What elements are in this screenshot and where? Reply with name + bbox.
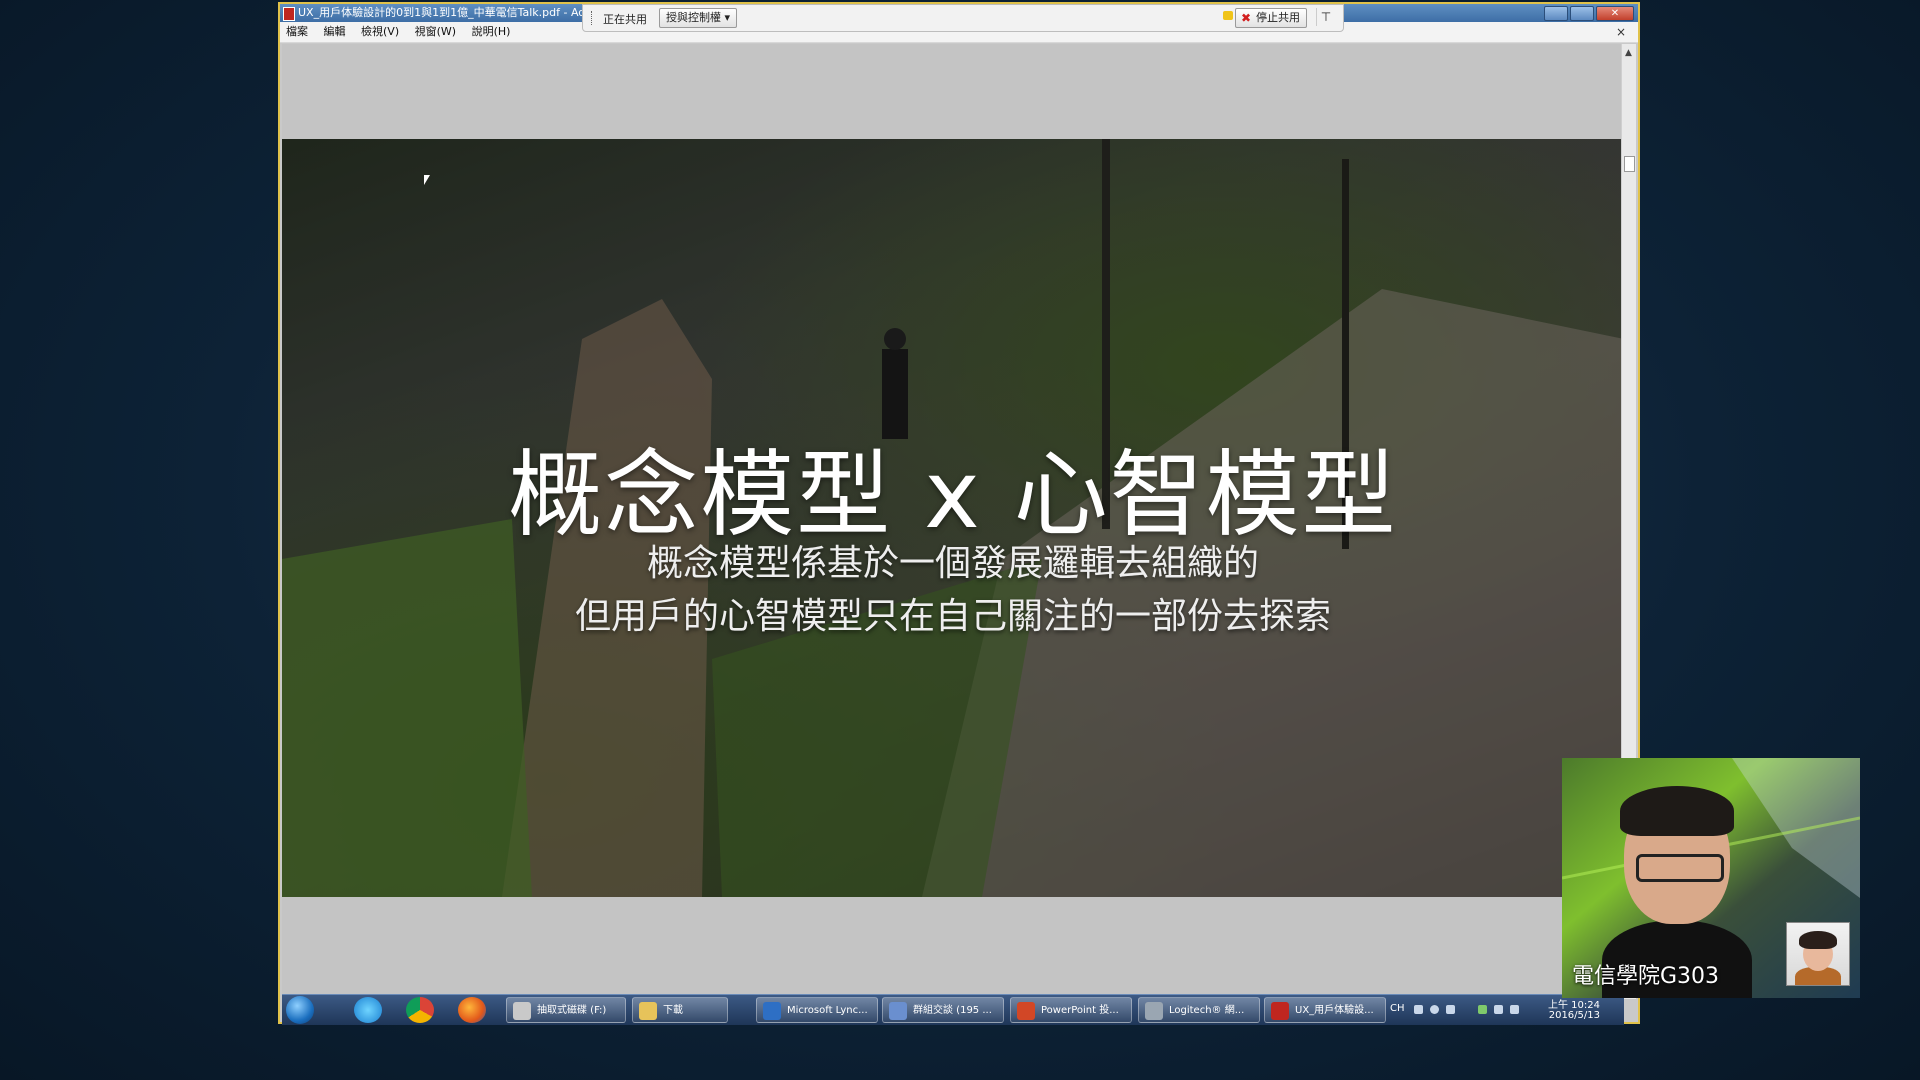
powerpoint-icon	[1017, 1002, 1035, 1020]
task-label: Microsoft Lync...	[787, 1005, 868, 1016]
menu-file[interactable]: 檔案	[286, 22, 308, 42]
toolbar-drag-handle[interactable]	[591, 11, 594, 25]
screen-share-toolbar: 正在共用 授與控制權 ▾ ✖ 停止共用 ⊤	[582, 4, 1344, 32]
folder-icon	[639, 1002, 657, 1020]
lync-icon	[763, 1002, 781, 1020]
taskbar-item-lync[interactable]: Microsoft Lync...	[756, 997, 878, 1023]
pdf-app-icon	[283, 7, 295, 21]
window-title: UX_用戶体驗設計的0到1與1到1億_中華電信Talk.pdf - Adobe	[298, 6, 606, 19]
start-button[interactable]	[286, 996, 314, 1024]
mouse-cursor-icon	[424, 175, 430, 185]
task-label: 抽取式磁碟 (F:)	[537, 1005, 607, 1016]
help-icon[interactable]	[1430, 1005, 1439, 1014]
windows-taskbar: 抽取式磁碟 (F:) 下載 Microsoft Lync... 群組交談 (19…	[282, 994, 1624, 1025]
language-indicator[interactable]: CH	[1390, 1003, 1405, 1014]
give-control-dropdown[interactable]: 授與控制權 ▾	[659, 8, 738, 28]
task-label: UX_用戶体驗設...	[1295, 1005, 1374, 1016]
taskbar-item-pdf[interactable]: UX_用戶体驗設...	[1264, 997, 1386, 1023]
scroll-thumb[interactable]	[1624, 156, 1635, 172]
self-view-thumbnail[interactable]	[1786, 922, 1850, 986]
self-view-hair	[1799, 931, 1837, 949]
webcam-room-label: 電信學院G303	[1572, 964, 1720, 989]
taskbar-item-downloads[interactable]: 下載	[632, 997, 728, 1023]
menu-help[interactable]: 說明(H)	[472, 22, 511, 42]
close-window-button[interactable]: ✕	[1596, 6, 1634, 21]
stop-icon: ✖	[1241, 11, 1252, 25]
task-label: Logitech® 網...	[1169, 1005, 1245, 1016]
shared-app-window: UX_用戶体驗設計的0到1與1到1億_中華電信Talk.pdf - Adobe …	[278, 2, 1640, 1025]
internet-explorer-icon[interactable]	[354, 997, 382, 1023]
taskbar-item-logitech[interactable]: Logitech® 網...	[1138, 997, 1260, 1023]
taskbar-item-powerpoint[interactable]: PowerPoint 投...	[1010, 997, 1132, 1023]
minimize-button[interactable]	[1544, 6, 1568, 21]
sharing-status-label: 正在共用	[603, 13, 647, 26]
system-tray: CH 上午 10:24 2016/5/13	[1380, 995, 1620, 1025]
drive-icon	[513, 1002, 531, 1020]
chat-icon[interactable]	[1223, 11, 1233, 20]
slide-subtitle-line-2: 但用戶的心智模型只在自己關注的一部份去探索	[574, 596, 1331, 637]
logitech-icon	[1145, 1002, 1163, 1020]
stop-sharing-label: 停止共用	[1256, 11, 1300, 24]
task-label: 下載	[663, 1005, 683, 1016]
webcam-video-feed[interactable]: 電信學院G303	[1562, 758, 1860, 998]
keyboard-icon[interactable]	[1414, 1005, 1423, 1014]
chrome-icon[interactable]	[406, 997, 434, 1023]
person-head	[884, 328, 906, 350]
menu-window[interactable]: 視窗(W)	[415, 22, 456, 42]
task-label: PowerPoint 投...	[1041, 1005, 1119, 1016]
menu-view[interactable]: 檢視(V)	[361, 22, 399, 42]
taskbar-item-group-chat[interactable]: 群組交談 (195 ...	[882, 997, 1004, 1023]
clock-date[interactable]: 2016/5/13	[1549, 1010, 1600, 1021]
taskbar-item-removable-drive[interactable]: 抽取式磁碟 (F:)	[506, 997, 626, 1023]
stop-sharing-button[interactable]: ✖ 停止共用	[1235, 8, 1307, 28]
presenter-glasses	[1636, 854, 1724, 882]
presentation-slide: 概念模型 x 心智模型 概念模型係基於一個發展邏輯去組織的 但用戶的心智模型只在…	[282, 139, 1624, 897]
pdf-icon	[1271, 1002, 1289, 1020]
clock-time[interactable]: 上午 10:24	[1548, 996, 1600, 1011]
task-label: 群組交談 (195 ...	[913, 1005, 992, 1016]
maximize-button[interactable]	[1570, 6, 1594, 21]
pin-icon[interactable]: ⊤	[1316, 8, 1335, 26]
network-icon[interactable]	[1446, 1005, 1455, 1014]
presenter-hair	[1620, 786, 1734, 836]
close-document-button[interactable]: ×	[1616, 22, 1626, 42]
display-icon[interactable]	[1510, 1005, 1519, 1014]
slide-subtitle-line-1: 概念模型係基於一個發展邏輯去組織的	[646, 543, 1259, 584]
volume-icon[interactable]	[1494, 1005, 1503, 1014]
scroll-up-arrow-icon[interactable]: ▲	[1625, 48, 1632, 58]
chat-icon	[889, 1002, 907, 1020]
menu-edit[interactable]: 編輯	[324, 22, 346, 42]
security-icon[interactable]	[1478, 1005, 1487, 1014]
firefox-icon[interactable]	[458, 997, 486, 1023]
